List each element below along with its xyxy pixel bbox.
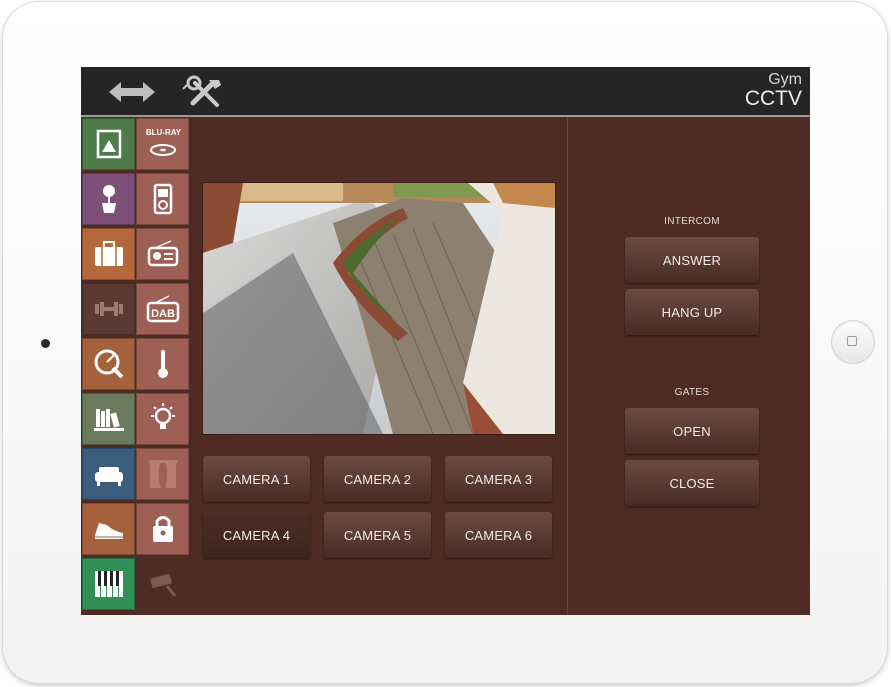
intercom-label: INTERCOM [664, 216, 720, 227]
light-bulb-icon [150, 403, 175, 429]
dumbbell-icon [94, 302, 123, 316]
bluray-label: BLU-RAY [145, 128, 182, 137]
top-bar: Gym CCTV [81, 67, 810, 117]
sidebar-tile-ipod[interactable] [136, 173, 189, 225]
gates-label: GATES [674, 387, 710, 398]
camera-3-button[interactable]: CAMERA 3 [445, 456, 552, 502]
camera-4-button[interactable]: CAMERA 4 [203, 512, 310, 558]
title-block: Gym CCTV [745, 72, 802, 110]
tools-icon[interactable] [179, 75, 233, 109]
sidebar-tile-suitcase[interactable] [82, 228, 135, 280]
sidebar-tile-curtains[interactable] [136, 448, 189, 500]
satellite-dish-icon [94, 349, 123, 379]
sidebar-tile-dab-radio[interactable]: DAB [136, 283, 189, 335]
room-name: Gym [768, 71, 802, 88]
sofa-icon [94, 467, 123, 486]
camera-feed [202, 182, 556, 435]
sidebar-tile-bookshelf[interactable] [82, 393, 135, 445]
page-title: CCTV [744, 87, 802, 110]
front-camera [41, 339, 50, 348]
suitcase-icon [94, 241, 123, 266]
thermometer-icon [157, 350, 168, 378]
svg-text:DAB: DAB [151, 308, 175, 320]
camera-2-button[interactable]: CAMERA 2 [324, 456, 431, 502]
gate-close-button[interactable]: CLOSE [625, 460, 759, 506]
camera-1-button[interactable]: CAMERA 1 [203, 456, 310, 502]
answer-button[interactable]: ANSWER [625, 237, 759, 283]
curtains-icon [148, 460, 177, 488]
resize-arrows-icon[interactable] [105, 75, 159, 109]
sneaker-icon [94, 523, 123, 539]
piano-keys-icon [94, 571, 123, 597]
cctv-camera-icon [149, 573, 176, 597]
sidebar-tile-sneaker[interactable] [82, 503, 135, 555]
sidebar-tile-flower-pot[interactable] [82, 173, 135, 225]
hang-up-button[interactable]: HANG UP [625, 289, 759, 335]
sidebar-tile-picture-frame[interactable] [82, 118, 135, 170]
sidebar-tile-radio[interactable] [136, 228, 189, 280]
app-screen: Gym CCTV BLU-RAY DAB CAMERA 1 CAMERA 2 C… [81, 67, 810, 615]
sidebar-tile-bluray[interactable]: BLU-RAY [136, 118, 189, 170]
home-button[interactable] [832, 321, 874, 363]
sidebar: BLU-RAY DAB [81, 117, 189, 615]
bookshelf-icon [93, 409, 124, 431]
panel-divider [567, 117, 568, 615]
sidebar-tile-light-bulb[interactable] [136, 393, 189, 445]
dab-radio-icon: DAB [146, 295, 179, 323]
sidebar-tile-sofa[interactable] [82, 448, 135, 500]
picture-frame-icon [96, 129, 121, 159]
radio-icon [147, 240, 178, 267]
flower-pot-icon [101, 185, 116, 213]
sidebar-tile-cctv-camera[interactable] [136, 558, 189, 610]
sidebar-tile-thermometer[interactable] [136, 338, 189, 390]
ipod-icon [153, 183, 172, 215]
sidebar-tile-padlock[interactable] [136, 503, 189, 555]
padlock-icon [152, 516, 173, 542]
sidebar-tile-piano-keys[interactable] [82, 558, 135, 610]
camera-image [203, 183, 555, 434]
camera-6-button[interactable]: CAMERA 6 [445, 512, 552, 558]
gate-open-button[interactable]: OPEN [625, 408, 759, 454]
camera-5-button[interactable]: CAMERA 5 [324, 512, 431, 558]
home-square-icon [847, 336, 857, 346]
sidebar-tile-satellite-dish[interactable] [82, 338, 135, 390]
sidebar-tile-dumbbell[interactable] [82, 283, 135, 335]
